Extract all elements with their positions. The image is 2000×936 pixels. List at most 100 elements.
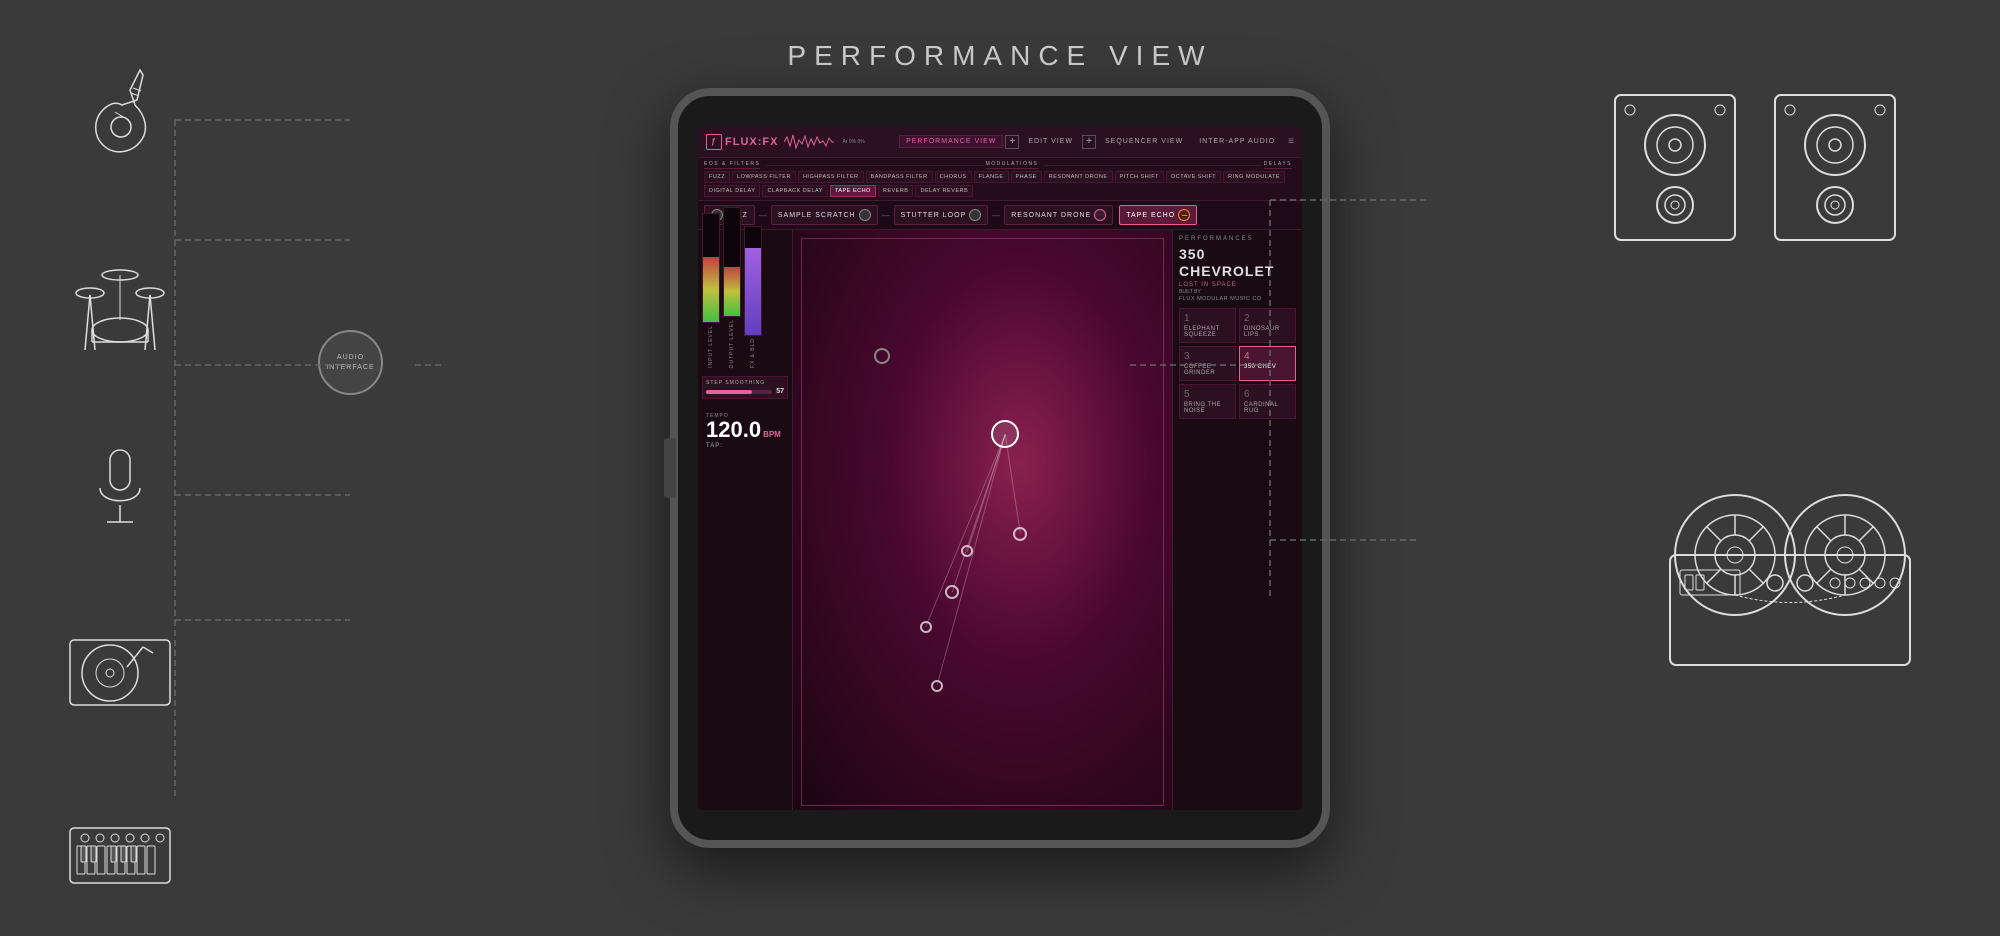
nav-inter-app-audio[interactable]: INTER-APP AUDIO: [1192, 135, 1282, 148]
app-logo: ƒ FLUX:FX: [706, 134, 778, 150]
fx-lowpass[interactable]: LOWPASS FILTER: [732, 171, 796, 183]
left-panel: -78 -75 48 INPUT LEVEL: [698, 230, 793, 810]
effect-resonant-drone[interactable]: RESONANT DRONE: [1004, 205, 1113, 225]
perf-cell-3[interactable]: 3 COFFEE GRINDER: [1179, 346, 1236, 381]
built-by-label: BUILT BY: [1179, 289, 1296, 295]
fx-tape-echo[interactable]: TAPE ECHO: [830, 185, 876, 197]
performance-sublabel: LOST IN SPACE: [1179, 282, 1296, 288]
right-panel: PERFORMANCES 350 CHEVROLET LOST IN SPACE…: [1172, 230, 1302, 810]
fx-chorus[interactable]: CHORUS: [935, 171, 972, 183]
fx-bandpass[interactable]: BANDPASS FILTER: [866, 171, 933, 183]
sample-scratch-label: SAMPLE SCRATCH: [778, 212, 856, 219]
app-header: ƒ FLUX:FX Ar 9% 0% PERFORMANCE VIEW + ED…: [698, 126, 1302, 158]
left-icon-column: [60, 60, 180, 900]
xy-node-4[interactable]: [920, 621, 932, 633]
ipad-button: [664, 438, 676, 498]
nav-sequencer-view[interactable]: SEQUENCER VIEW: [1098, 135, 1190, 148]
drums-icon: [60, 260, 180, 360]
fx-ring-mod[interactable]: RING MODULATE: [1223, 171, 1285, 183]
xy-pad-background: [793, 230, 1172, 810]
add-edit-button[interactable]: +: [1082, 135, 1096, 149]
step-smoothing-row: 57: [706, 388, 784, 395]
midi-controller-icon: [60, 800, 180, 900]
header-stat1: Ar 9% 0%: [842, 139, 864, 145]
meter-fx: [744, 226, 762, 336]
perf-cell-1[interactable]: 1 ELEPHANT SQUEEZE: [1179, 308, 1236, 343]
xy-node-6[interactable]: [1013, 527, 1027, 541]
connector-1: —: [759, 211, 767, 220]
sample-scratch-knob[interactable]: [859, 209, 871, 221]
performance-name: 350 CHEVROLET: [1179, 246, 1296, 280]
fx-blend-meter: FX & BLD: [744, 226, 762, 368]
waveform-display: [784, 133, 834, 151]
input-level-meter: INPUT LEVEL: [702, 213, 720, 368]
fx-resonant-drone[interactable]: RESONANT DRONE: [1044, 171, 1113, 183]
fx-clapback[interactable]: CLAPBACK DELAY: [762, 185, 828, 197]
microphone-icon: [60, 440, 180, 540]
connector-3: —: [992, 211, 1000, 220]
turntable-icon: [60, 620, 180, 720]
nav-edit-view[interactable]: EDIT VIEW: [1021, 135, 1080, 148]
performances-section-label: PERFORMANCES: [1179, 236, 1296, 242]
fx-digital-delay[interactable]: DIGITAL DELAY: [704, 185, 760, 197]
perf-cell-5[interactable]: 5 BRING THE NOISE: [1179, 384, 1236, 419]
xy-node-3[interactable]: [961, 545, 973, 557]
menu-icon[interactable]: ≡: [1288, 136, 1294, 147]
add-performance-button[interactable]: +: [1005, 135, 1019, 149]
stutter-loop-knob[interactable]: [969, 209, 981, 221]
fx-highpass[interactable]: HIGHPASS FILTER: [798, 171, 864, 183]
ipad-container: ƒ FLUX:FX Ar 9% 0% PERFORMANCE VIEW + ED…: [670, 88, 1330, 848]
meter-fill-input: [703, 257, 719, 322]
main-content: -78 -75 48 INPUT LEVEL: [698, 230, 1302, 810]
fx-labels-row: EOS & FILTERS MODULATIONS DELAYS: [704, 161, 1296, 169]
fx-flange[interactable]: FLANGE: [974, 171, 1009, 183]
fx-phase[interactable]: PHASE: [1011, 171, 1042, 183]
fx-octave-shift[interactable]: OCTAVE SHIFT: [1166, 171, 1221, 183]
output-label: OUTPUT LEVEL: [729, 319, 735, 368]
effect-sample-scratch[interactable]: SAMPLE SCRATCH: [771, 205, 878, 225]
perf-name-6: CARDINAL RUG: [1244, 402, 1278, 414]
nav-performance-view[interactable]: PERFORMANCE VIEW: [899, 135, 1003, 148]
modulations-label: MODULATIONS: [986, 161, 1039, 169]
effect-tape-echo[interactable]: TAPE ECHO: [1119, 205, 1197, 225]
input-label: INPUT LEVEL: [708, 325, 714, 368]
tape-reel-icon: [1660, 455, 1920, 675]
meter-fill-fx: [745, 248, 761, 334]
fx-buttons-row: FUZZ LOWPASS FILTER HIGHPASS FILTER BAND…: [704, 171, 1296, 197]
tape-echo-label: TAPE ECHO: [1126, 212, 1175, 219]
page-title: PERFORMANCE VIEW: [787, 40, 1212, 72]
perf-name-3: COFFEE GRINDER: [1184, 364, 1215, 376]
perf-cell-4[interactable]: 4 350 CHEV: [1239, 346, 1296, 381]
fx-fuzz[interactable]: FUZZ: [704, 171, 730, 183]
tempo-value: 120.0: [706, 419, 761, 441]
xy-node-2[interactable]: [945, 585, 959, 599]
app-name: FLUX:FX: [725, 136, 778, 148]
step-smoothing-slider[interactable]: [706, 390, 772, 394]
perf-cell-2[interactable]: 2 DINOSAUR LIPS: [1239, 308, 1296, 343]
effect-stutter-loop[interactable]: STUTTER LOOP: [894, 205, 989, 225]
perf-cell-6[interactable]: 6 CARDINAL RUG: [1239, 384, 1296, 419]
tap-button[interactable]: TAP:: [706, 443, 784, 449]
fx-delay-reverb[interactable]: DELAY REVERB: [915, 185, 973, 197]
performance-author: FLUX MODULAR MUSIC CO: [1179, 296, 1296, 302]
xy-node-main[interactable]: [991, 420, 1019, 448]
fx-reverb[interactable]: REVERB: [878, 185, 914, 197]
header-stats: Ar 9% 0%: [842, 139, 864, 145]
header-nav: PERFORMANCE VIEW + EDIT VIEW + SEQUENCER…: [899, 135, 1294, 149]
performances-grid: 1 ELEPHANT SQUEEZE 2 DINOSAUR LIPS 3 COF…: [1179, 308, 1296, 419]
perf-number-2: 2: [1244, 313, 1291, 324]
tape-echo-knob[interactable]: [1178, 209, 1190, 221]
meter-fill-output: [724, 267, 740, 316]
perf-name-2: DINOSAUR LIPS: [1244, 326, 1280, 338]
right-connector-dot: [874, 348, 890, 364]
xy-pad[interactable]: [793, 230, 1172, 810]
audio-interface-node: AUDIOINTERFACE: [318, 330, 383, 395]
xy-node-5[interactable]: [931, 680, 943, 692]
connector-2: —: [882, 211, 890, 220]
stutter-loop-label: STUTTER LOOP: [901, 212, 967, 219]
fx-pitch-shift[interactable]: PITCH SHIFT: [1115, 171, 1164, 183]
perf-number-3: 3: [1184, 351, 1231, 362]
perf-name-1: ELEPHANT SQUEEZE: [1184, 326, 1220, 338]
resonant-drone-knob[interactable]: [1094, 209, 1106, 221]
ipad-screen: ƒ FLUX:FX Ar 9% 0% PERFORMANCE VIEW + ED…: [698, 126, 1302, 810]
